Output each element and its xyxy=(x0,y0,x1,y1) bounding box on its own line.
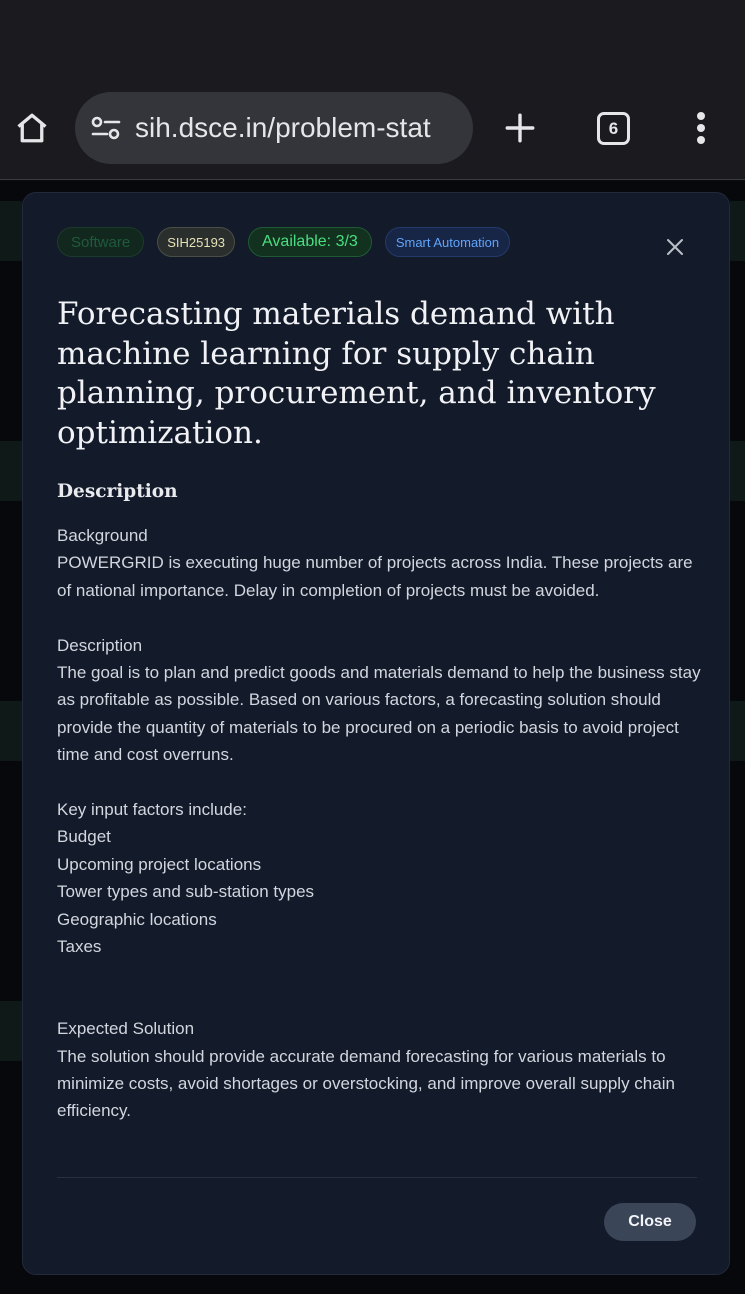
close-button[interactable]: Close xyxy=(604,1203,696,1241)
background-text: POWERGRID is executing huge number of pr… xyxy=(57,553,693,600)
plus-icon xyxy=(505,113,535,143)
close-icon-button[interactable] xyxy=(663,235,687,259)
home-icon xyxy=(17,113,47,143)
background-heading: Background xyxy=(57,526,148,545)
solution-text: The solution should provide accurate dem… xyxy=(57,1046,675,1121)
description-subheading: Description xyxy=(57,635,143,655)
factor-item: Taxes xyxy=(57,937,102,957)
tag-list: Software SIH25193 Available: 3/3 Smart A… xyxy=(57,227,511,257)
background-row xyxy=(0,1001,22,1061)
home-button[interactable] xyxy=(10,106,54,150)
category-type-badge: Software xyxy=(57,227,145,257)
url-text: sih.dsce.in/problem-stat xyxy=(135,112,431,143)
background-row xyxy=(730,701,745,761)
description-body: Background POWERGRID is executing huge n… xyxy=(57,522,707,1125)
browser-menu-button[interactable] xyxy=(682,106,720,150)
address-bar[interactable]: sih.dsce.in/problem-stat xyxy=(75,92,473,164)
site-settings-icon[interactable] xyxy=(89,111,123,145)
more-vertical-icon xyxy=(697,112,705,144)
solution-heading: Expected Solution xyxy=(57,1019,195,1039)
description-heading: Description xyxy=(57,481,178,502)
factor-item: Tower types and sub-station types xyxy=(57,882,315,902)
background-row xyxy=(0,701,22,761)
tab-count: 6 xyxy=(608,118,619,138)
background-row xyxy=(730,201,745,261)
status-bar xyxy=(0,0,745,84)
close-icon xyxy=(667,239,683,255)
problem-statement-modal: Software SIH25193 Available: 3/3 Smart A… xyxy=(22,192,730,1275)
tab-switcher-button[interactable]: 6 xyxy=(597,112,630,145)
background-row xyxy=(730,441,745,501)
background-row xyxy=(0,201,22,261)
description-text: The goal is to plan and predict goods an… xyxy=(57,663,701,765)
factor-item: Geographic locations xyxy=(57,909,217,929)
factor-item: Budget xyxy=(57,827,111,847)
factor-item: Upcoming project locations xyxy=(57,854,262,874)
background-row xyxy=(0,441,22,501)
footer-divider xyxy=(57,1177,697,1178)
browser-toolbar: sih.dsce.in/problem-stat 6 xyxy=(0,84,745,180)
problem-title: Forecasting materials demand with machin… xyxy=(57,296,656,451)
new-tab-button[interactable] xyxy=(498,106,542,150)
theme-badge: Smart Automation xyxy=(384,227,511,257)
problem-id-badge: SIH25193 xyxy=(157,227,236,257)
factors-heading: Key input factors include: xyxy=(57,800,247,820)
availability-badge: Available: 3/3 xyxy=(248,227,372,257)
